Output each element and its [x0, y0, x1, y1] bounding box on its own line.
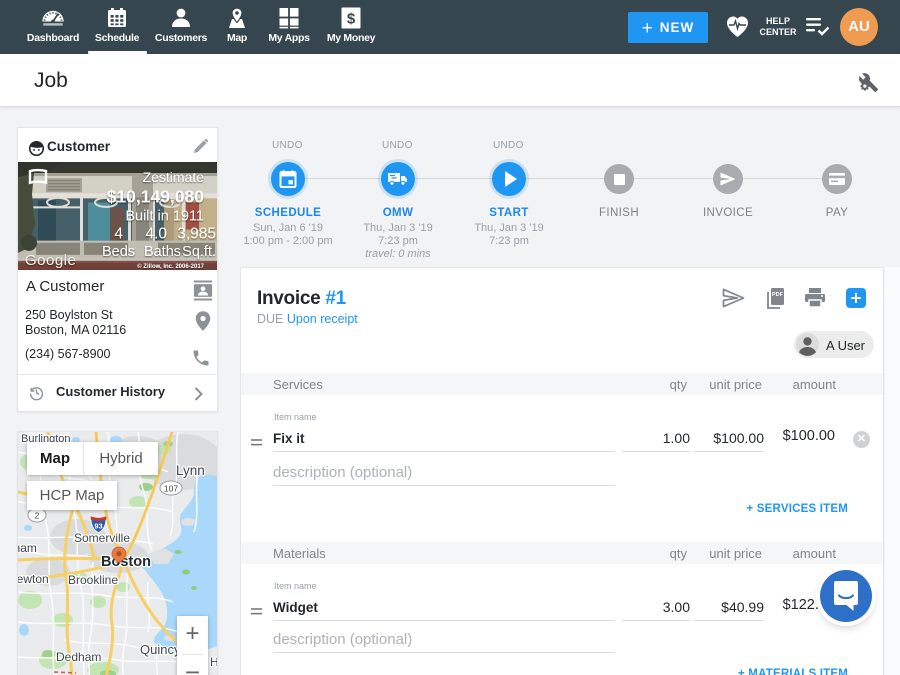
- svg-text:PDF: PDF: [772, 292, 784, 298]
- svg-text:3,985: 3,985: [177, 226, 216, 243]
- svg-text:Dedham: Dedham: [56, 650, 101, 664]
- svg-text:$10,149,080: $10,149,080: [107, 186, 205, 206]
- svg-text:© Zillow, Inc. 2006-2017: © Zillow, Inc. 2006-2017: [137, 263, 204, 270]
- svg-text:Google: Google: [25, 252, 76, 269]
- svg-text:107: 107: [164, 484, 178, 494]
- svg-text:Sq.ft.: Sq.ft.: [182, 244, 216, 260]
- svg-text:$: $: [347, 11, 356, 28]
- svg-text:Waltham: Waltham: [18, 541, 37, 555]
- svg-text:Built in 1911: Built in 1911: [125, 208, 204, 224]
- svg-text:Lynn: Lynn: [176, 463, 205, 478]
- svg-text:Boston: Boston: [101, 554, 151, 570]
- svg-text:Baths: Baths: [144, 244, 181, 260]
- svg-text:2: 2: [35, 511, 40, 521]
- svg-text:Brookline: Brookline: [68, 573, 118, 587]
- svg-text:Newton: Newton: [18, 572, 49, 586]
- svg-text:Beds: Beds: [102, 244, 135, 260]
- svg-text:Zestimate: Zestimate: [143, 169, 205, 185]
- svg-text:Quincy: Quincy: [140, 642, 181, 657]
- svg-text:4.0: 4.0: [145, 226, 167, 243]
- svg-text:93: 93: [94, 522, 102, 531]
- svg-text:4: 4: [114, 226, 123, 243]
- svg-text:Hingham: Hingham: [210, 655, 217, 669]
- svg-text:Somerville: Somerville: [74, 531, 130, 545]
